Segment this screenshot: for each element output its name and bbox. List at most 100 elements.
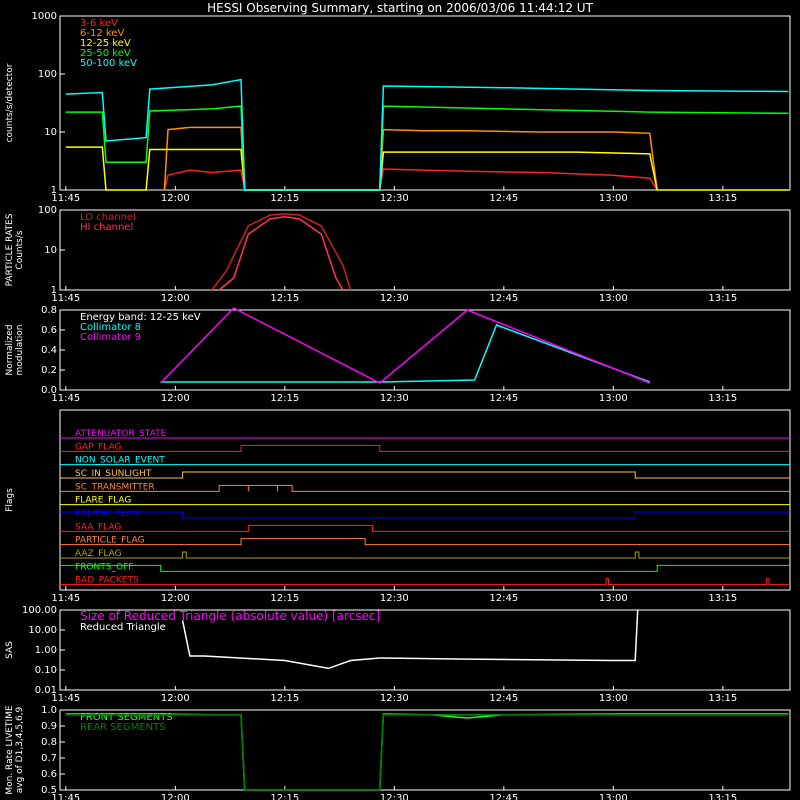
time-tick-label: 12:15 (270, 193, 299, 204)
y-axis-label: SAS (5, 641, 15, 659)
flag-line (60, 551, 790, 559)
time-tick-label: 12:30 (380, 593, 409, 604)
time-tick-label: 12:15 (270, 293, 299, 304)
panel-particle-rates: 11:45 12:00 12:15 12:30 12:45 13:00 13:15PARTI… (5, 205, 791, 304)
series-line (65, 714, 789, 791)
time-tick-label: 13:00 (599, 693, 628, 704)
flag-line (60, 471, 790, 479)
time-tick-label: 12:45 (489, 593, 518, 604)
flag-line (60, 444, 790, 452)
y-tick-label: 0.4 (41, 345, 57, 356)
panel-frame (59, 209, 791, 291)
y-tick-label: 0.6 (41, 325, 57, 336)
y-tick-label: 0.7 (41, 753, 57, 764)
y-tick-label: 0.01 (35, 685, 57, 696)
flag-line (60, 524, 790, 532)
time-tick-label: 12:45 (489, 793, 518, 800)
time-tick-label: 13:15 (708, 793, 737, 800)
y-tick-label: 1000 (32, 11, 57, 22)
time-tick-label: 12:45 (489, 293, 518, 304)
legend-entry: 50-100 keV (80, 58, 137, 69)
series-line (163, 168, 658, 191)
time-tick-label: 12:00 (161, 393, 190, 404)
time-tick-label: 12:45 (489, 693, 518, 704)
panels: 11:45 12:00 12:15 12:30 12:45 13:00 13:15 count… (5, 11, 791, 800)
time-tick-label: 13:15 (708, 293, 737, 304)
panel-flags: 11:45 12:00 12:15 12:30 12:45 13:00 13:15 Flags… (5, 409, 791, 604)
flag-line (60, 511, 790, 519)
y-axis-label: Normalized (5, 324, 15, 375)
y-axis-label: counts/s/detector (5, 63, 15, 142)
panel-modulation: 11:45 12:00 12:15 12:30 12:45 13:00 13:15Norma… (5, 305, 791, 404)
panel-annotation: Energy band: 12-25 keV (80, 312, 201, 323)
time-tick-label: 12:30 (380, 693, 409, 704)
panel-frame (59, 15, 791, 191)
y-tick-label: 0.6 (41, 769, 57, 780)
time-tick-label: 12:45 (489, 193, 518, 204)
legend-entry: HI channel (80, 222, 133, 233)
y-tick-label: 1.0 (41, 705, 57, 716)
flag-label: ECLIPSE_FLAG (75, 509, 139, 519)
time-tick-label: 12:15 (270, 793, 299, 800)
time-tick-label: 13:00 (599, 293, 628, 304)
time-tick-label: 12:00 (161, 693, 190, 704)
time-tick-label: 12:15 (270, 693, 299, 704)
time-tick-label: 13:00 (599, 593, 628, 604)
panel-frame (59, 409, 791, 591)
y-tick-label: 100.00 (22, 605, 57, 616)
series-line (218, 215, 344, 291)
time-tick-label: 13:15 (708, 693, 737, 704)
y-tick-label: 0.8 (41, 305, 57, 316)
flag-line (60, 564, 790, 572)
series-line (163, 126, 658, 191)
flag-line (60, 538, 790, 546)
panel-sas: 11:45 12:00 12:15 12:30 12:45 13:00 13:15SAS0.… (5, 605, 791, 704)
y-tick-label: 0.8 (41, 737, 57, 748)
time-tick-label: 12:30 (380, 393, 409, 404)
time-tick-label: 11:45 (51, 593, 80, 604)
time-tick-label: 13:00 (599, 193, 628, 204)
observing-summary-figure: HESSI Observing Summary, starting on 200… (5, 1, 791, 800)
legend-entry: REAR SEGMENTS (80, 722, 166, 733)
series-line (65, 146, 789, 191)
y-axis-label: avg of D1,3,4,5,6,9 (15, 706, 25, 793)
time-tick-label: 12:30 (380, 793, 409, 800)
figure-title: HESSI Observing Summary, starting on 200… (207, 1, 593, 15)
time-tick-label: 13:00 (599, 393, 628, 404)
time-tick-label: 12:30 (380, 293, 409, 304)
panel-livetime: 11:45 12:00 12:15 12:30 12:45 13:00 13:15Mon. … (5, 705, 791, 800)
time-tick-label: 12:15 (270, 593, 299, 604)
time-tick-label: 13:15 (708, 393, 737, 404)
flag-line (60, 578, 790, 586)
y-tick-label: 1.00 (35, 645, 57, 656)
y-tick-label: 10 (44, 127, 57, 138)
series-line (65, 105, 789, 191)
panel-count-rates: 11:45 12:00 12:15 12:30 12:45 13:00 13:15count… (5, 11, 791, 204)
y-tick-label: 0.9 (41, 721, 57, 732)
flag-label: FRONTS_OFF (75, 562, 133, 572)
time-tick-label: 12:00 (161, 793, 190, 800)
y-tick-label: 10 (44, 245, 57, 256)
y-axis-label: modulation (15, 325, 25, 376)
series-line (65, 713, 789, 791)
flag-line (60, 484, 790, 492)
y-axis-label: PARTICLE RATES (5, 213, 15, 286)
y-axis-label: Flags (5, 488, 15, 512)
panel-annotation: Size of Reduced Triangle (absolute value… (80, 609, 380, 623)
time-tick-label: 12:00 (161, 193, 190, 204)
y-tick-label: 0.10 (35, 665, 57, 676)
y-tick-label: 0.0 (41, 385, 57, 396)
time-tick-label: 12:15 (270, 393, 299, 404)
y-tick-label: 1 (51, 185, 57, 196)
legend-entry: Collimator 9 (80, 332, 141, 343)
time-tick-label: 13:00 (599, 793, 628, 800)
y-tick-label: 100 (38, 205, 57, 216)
time-tick-label: 13:15 (708, 593, 737, 604)
time-tick-label: 12:00 (161, 593, 190, 604)
y-tick-label: 0.2 (41, 365, 57, 376)
time-tick-label: 13:15 (708, 193, 737, 204)
legend-entry: Reduced Triangle (80, 622, 166, 633)
y-tick-label: 1 (51, 285, 57, 296)
y-tick-label: 100 (38, 69, 57, 80)
series-line (160, 307, 651, 384)
